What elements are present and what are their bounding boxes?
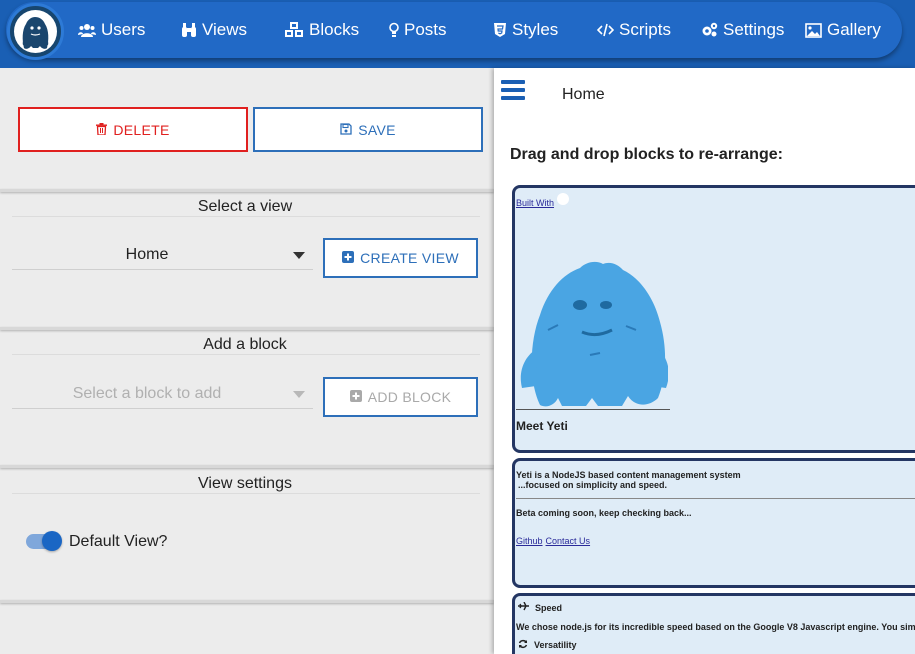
preview-title: Home	[562, 86, 605, 103]
block-divider	[516, 498, 915, 499]
code-icon	[597, 23, 614, 37]
nav-styles[interactable]: Styles	[493, 19, 558, 41]
plus-square-icon	[349, 389, 362, 405]
section-divider	[0, 189, 494, 192]
drag-instructions: Drag and drop blocks to re-arrange:	[510, 146, 783, 163]
nav-views[interactable]: Views	[181, 19, 247, 41]
nav-styles-label: Styles	[512, 20, 559, 39]
block-select[interactable]: Select a block to add	[12, 377, 313, 409]
cubes-icon	[285, 22, 304, 38]
yeti-logo[interactable]	[7, 3, 64, 60]
nav-settings-label: Settings	[723, 20, 785, 39]
block-text: ...focused on simplicity and speed.	[518, 480, 668, 490]
github-link[interactable]: Github	[516, 536, 543, 546]
floppy-disk-icon	[340, 122, 352, 138]
view-select-value: Home	[125, 246, 169, 263]
section-underline	[12, 216, 480, 217]
section-divider	[0, 327, 494, 330]
refresh-icon	[518, 639, 528, 651]
versatility-label: Versatility	[534, 640, 577, 650]
nav-posts[interactable]: Posts	[389, 19, 447, 41]
built-with-link[interactable]: Built With	[516, 198, 554, 208]
section-divider	[0, 600, 494, 603]
contact-us-link[interactable]: Contact Us	[546, 536, 591, 546]
image-baseline	[516, 409, 670, 410]
add-block-title: Add a block	[203, 336, 287, 353]
yeti-mascot-image	[518, 260, 669, 413]
select-view-title: Select a view	[197, 198, 293, 215]
built-with-badge-icon	[557, 193, 569, 205]
delete-label: DELETE	[113, 121, 170, 138]
plane-icon	[518, 601, 529, 613]
draggable-block[interactable]: Yeti is a NodeJS based content managemen…	[512, 458, 915, 588]
nav-posts-label: Posts	[404, 20, 447, 39]
create-view-button[interactable]: CREATE VIEW	[323, 238, 478, 278]
default-view-label: Default View?	[69, 533, 168, 550]
nav-gallery-label: Gallery	[827, 20, 881, 39]
draggable-block[interactable]: Speed We chose node.js for its incredibl…	[512, 593, 915, 654]
nav-users[interactable]: Users	[78, 19, 145, 41]
css3-icon	[493, 22, 507, 38]
section-divider	[0, 465, 494, 468]
nav-scripts-label: Scripts	[619, 20, 671, 39]
default-view-toggle-knob[interactable]	[42, 531, 62, 551]
block-text: Yeti is a NodeJS based content managemen…	[516, 470, 741, 480]
section-underline	[12, 493, 480, 494]
chevron-down-icon	[293, 391, 305, 398]
nav-users-label: Users	[101, 20, 146, 39]
nav-views-label: Views	[202, 20, 248, 39]
section-underline	[12, 354, 480, 355]
block-select-placeholder: Select a block to add	[72, 385, 222, 402]
binoculars-icon	[181, 22, 197, 38]
speed-description: We chose node.js for its incredible spee…	[516, 622, 915, 632]
delete-button[interactable]: DELETE	[18, 107, 248, 152]
plus-square-icon	[342, 250, 355, 266]
view-settings-title: View settings	[198, 475, 292, 492]
view-select[interactable]: Home	[12, 238, 313, 270]
speed-label: Speed	[535, 602, 563, 613]
feature-versatility: Versatility	[518, 639, 577, 651]
top-navbar: Users Views Blocks Posts Styles Scripts	[0, 0, 915, 68]
draggable-block[interactable]: Built With Meet Yeti	[512, 185, 915, 453]
trash-icon	[96, 122, 108, 138]
lightbulb-icon	[389, 22, 399, 38]
save-button[interactable]: SAVE	[253, 107, 483, 152]
meet-yeti-heading: Meet Yeti	[516, 419, 568, 433]
hamburger-menu-icon[interactable]	[501, 80, 525, 100]
preview-panel: Home Drag and drop blocks to re-arrange:…	[494, 68, 915, 654]
gears-icon	[701, 22, 718, 38]
users-icon	[78, 22, 96, 38]
add-block-label: ADD BLOCK	[367, 389, 452, 405]
nav-gallery[interactable]: Gallery	[805, 19, 881, 41]
create-view-label: CREATE VIEW	[360, 250, 459, 266]
nav-settings[interactable]: Settings	[701, 19, 784, 41]
chevron-down-icon	[293, 252, 305, 259]
save-label: SAVE	[358, 121, 396, 138]
nav-scripts[interactable]: Scripts	[597, 19, 671, 41]
image-icon	[805, 22, 822, 38]
nav-blocks[interactable]: Blocks	[285, 19, 359, 41]
feature-speed: Speed	[518, 601, 563, 613]
block-text: Beta coming soon, keep checking back...	[516, 508, 692, 518]
add-block-button[interactable]: ADD BLOCK	[323, 377, 478, 417]
nav-blocks-label: Blocks	[309, 20, 360, 39]
